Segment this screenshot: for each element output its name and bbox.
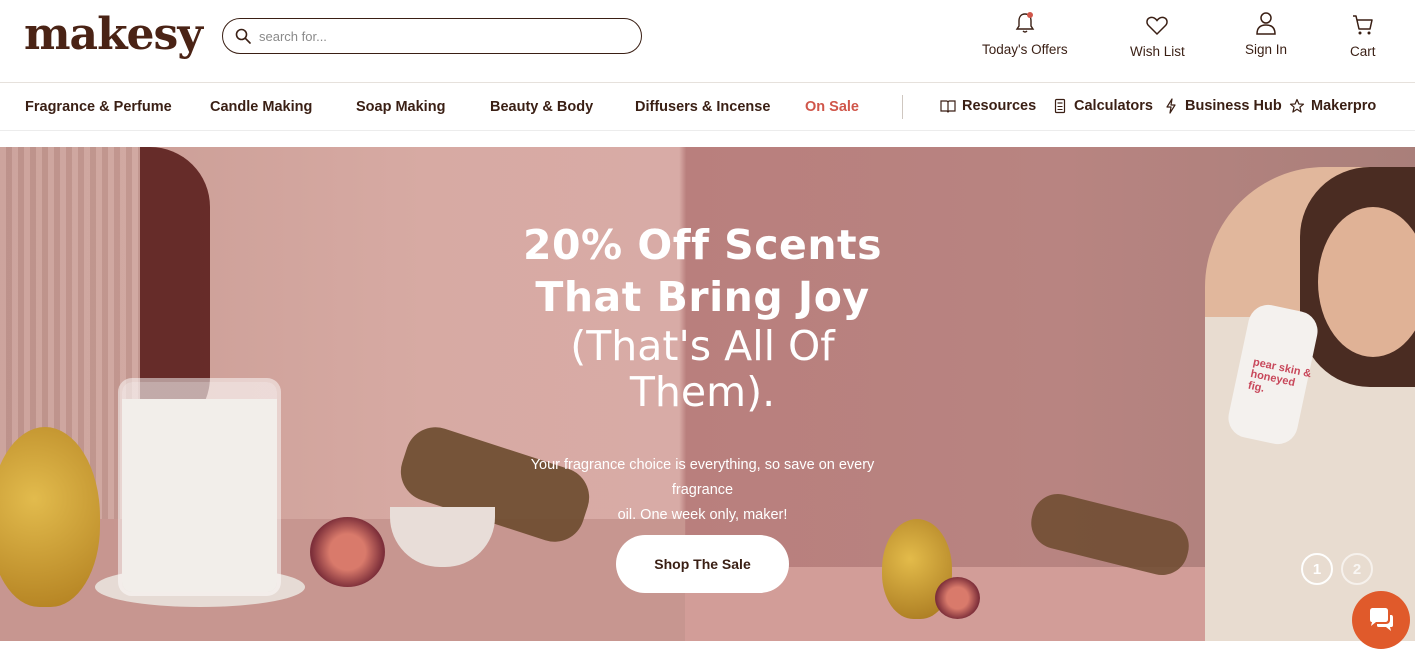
makesy-logo[interactable]: makesy	[24, 10, 203, 60]
shop-the-sale-button[interactable]: Shop The Sale	[616, 535, 789, 593]
hero-banner: pear skin & honeyed fig. 20% Off Scents …	[0, 147, 1415, 641]
cart-icon	[1352, 15, 1373, 35]
lightning-icon	[1166, 98, 1176, 114]
search-bar[interactable]	[222, 18, 642, 54]
hero-headline-line-2: That Bring Joy	[535, 273, 870, 321]
slide-indicator-1[interactable]: 1	[1301, 553, 1333, 585]
nav-resources-label: Resources	[962, 98, 1037, 114]
todays-offers-label: Today's Offers	[982, 42, 1068, 57]
hero-headline: 20% Off Scents That Bring Joy (That's Al…	[500, 219, 905, 415]
calculator-icon	[1054, 98, 1066, 114]
user-icon	[1256, 12, 1276, 35]
star-icon	[1289, 98, 1305, 113]
search-icon	[235, 28, 251, 44]
search-input[interactable]	[259, 28, 619, 44]
nav-candle-making[interactable]: Candle Making	[210, 99, 312, 115]
bell-icon	[1015, 12, 1035, 33]
heart-icon	[1146, 16, 1169, 36]
site-header: makesy Today's Offers Wish List Sign In	[0, 0, 1415, 83]
nav-makerpro-label: Makerpro	[1311, 98, 1377, 114]
book-icon	[940, 100, 956, 113]
hero-subtext-line-2: oil. One week only, maker!	[617, 507, 788, 523]
nav-makerpro[interactable]: Makerpro	[1289, 98, 1376, 114]
fig-image	[310, 517, 385, 587]
nav-beauty-body[interactable]: Beauty & Body	[490, 99, 593, 115]
candle-image	[122, 382, 277, 592]
chat-button[interactable]	[1352, 591, 1410, 649]
nav-calculators-label: Calculators	[1074, 98, 1153, 114]
nav-fragrance-perfume[interactable]: Fragrance & Perfume	[25, 99, 172, 115]
nav-on-sale[interactable]: On Sale	[805, 99, 859, 115]
slide-indicator-2[interactable]: 2	[1341, 553, 1373, 585]
sign-in-link[interactable]: Sign In	[1245, 10, 1287, 57]
sign-in-label: Sign In	[1245, 42, 1288, 57]
cart-link[interactable]: Cart	[1350, 12, 1376, 59]
nav-divider	[902, 95, 903, 119]
hero-headline-line-3: (That's All Of	[570, 322, 835, 370]
nav-business-hub-label: Business Hub	[1185, 98, 1282, 114]
hero-subtext: Your fragrance choice is everything, so …	[500, 453, 905, 528]
wish-list-link[interactable]: Wish List	[1130, 12, 1185, 59]
nav-soap-making[interactable]: Soap Making	[356, 99, 445, 115]
cart-label: Cart	[1350, 44, 1376, 59]
wish-list-label: Wish List	[1130, 44, 1185, 59]
nav-resources[interactable]: Resources	[940, 98, 1036, 114]
hero-subtext-line-1: Your fragrance choice is everything, so …	[530, 457, 875, 498]
hero-headline-line-4: Them).	[629, 368, 776, 416]
chat-icon	[1370, 608, 1393, 631]
hero-headline-line-1: 20% Off Scents	[522, 221, 883, 269]
fig-image-right	[935, 577, 980, 619]
nav-business-hub[interactable]: Business Hub	[1163, 98, 1282, 114]
todays-offers-link[interactable]: Today's Offers	[982, 10, 1068, 57]
nav-diffusers-incense[interactable]: Diffusers & Incense	[635, 99, 770, 115]
nav-calculators[interactable]: Calculators	[1052, 98, 1153, 114]
main-navigation: Fragrance & Perfume Candle Making Soap M…	[0, 83, 1415, 131]
